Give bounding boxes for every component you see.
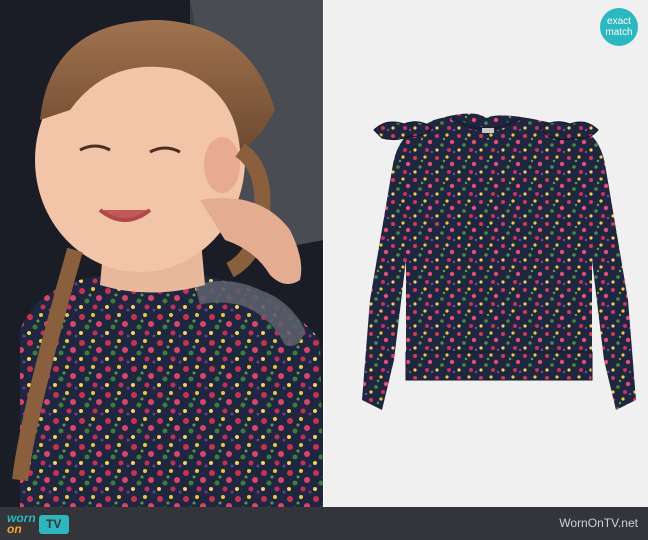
actress-photo: wornontv.net: [0, 0, 324, 507]
footer-bar: worn on TV WornOnTV.net: [0, 507, 648, 540]
badge-line2: match: [605, 27, 633, 38]
logo-on: on: [7, 522, 22, 536]
actress-photo-illustration: wornontv.net: [0, 0, 324, 507]
exact-match-badge: exact match: [600, 8, 638, 46]
product-photo: exact match: [324, 0, 648, 507]
logo-tv-icon: TV: [38, 514, 69, 534]
badge-line1: exact: [607, 16, 631, 27]
wornontv-logo[interactable]: worn on TV: [7, 512, 69, 536]
floral-sweatshirt-illustration: [362, 113, 636, 411]
site-name: WornOnTV.net: [559, 516, 638, 530]
